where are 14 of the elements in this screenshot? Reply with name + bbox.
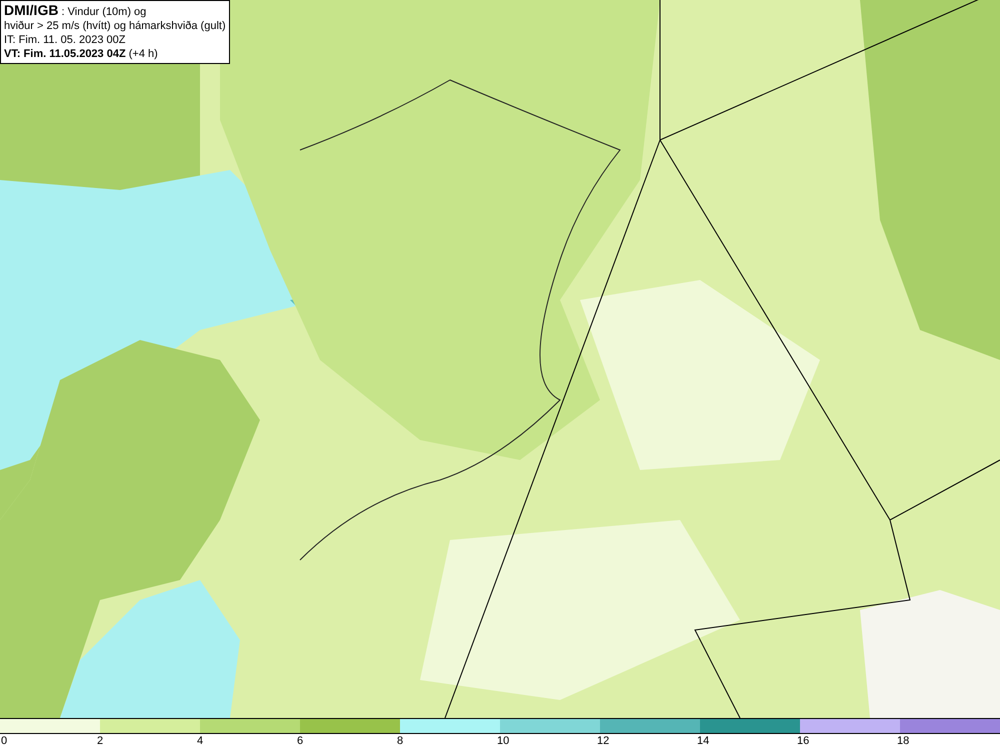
legend-tick-label: 4 bbox=[197, 734, 204, 747]
legend-tick-label: 2 bbox=[97, 734, 104, 747]
legend-tick-label: 18 bbox=[897, 734, 910, 747]
legend-tick-label: 10 bbox=[497, 734, 510, 747]
info-text: hviður > 25 m/s (hvítt) og hámarkshviða (gult) bbox=[4, 19, 226, 33]
legend-tick-label: 14 bbox=[697, 734, 710, 747]
legend-tick-label: 6 bbox=[297, 734, 304, 747]
legend-tick-label: 16 bbox=[797, 734, 810, 747]
info-text: DMI/IGB : Vindur (10m) og bbox=[4, 3, 148, 19]
legend-tick-label: 12 bbox=[597, 734, 610, 747]
legend-tick-label: 8 bbox=[397, 734, 404, 747]
legend-tick-label: 0 bbox=[1, 734, 8, 747]
info-text: VT: Fim. 11.05.2023 04Z (+4 h) bbox=[4, 47, 159, 61]
info-text: IT: Fim. 11. 05. 2023 00Z bbox=[4, 33, 126, 47]
